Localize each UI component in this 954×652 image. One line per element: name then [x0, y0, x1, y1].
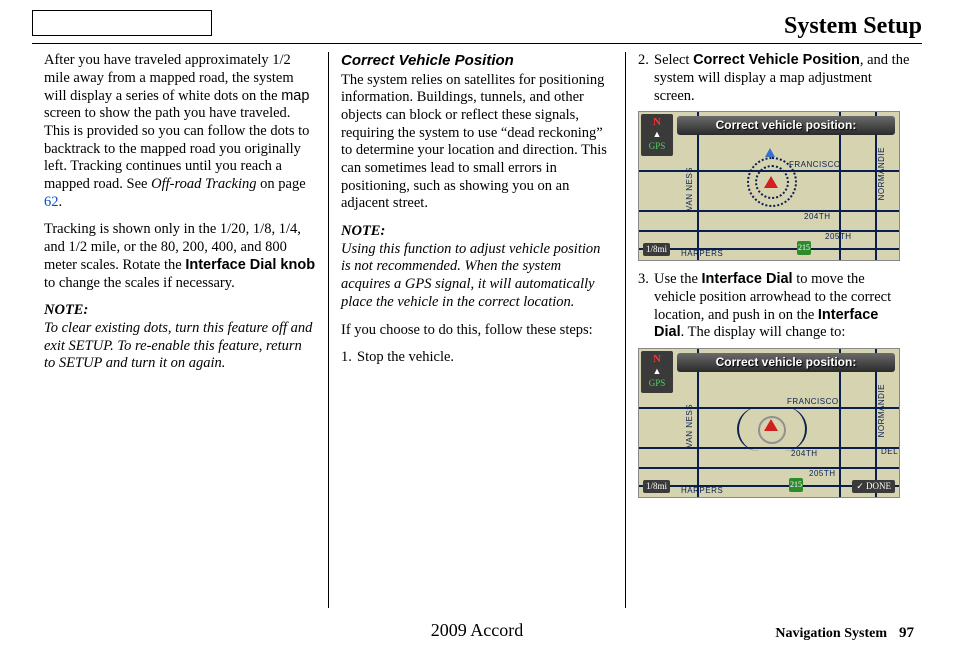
- gps-indicator: GPS: [641, 377, 673, 389]
- map-screenshot-2: VAN NESS NORMANDIE FRANCISCO 204TH 205TH…: [638, 348, 900, 498]
- step-num: 1.: [341, 349, 357, 367]
- page-link-62[interactable]: 62: [44, 194, 59, 210]
- street-francisco: FRANCISCO: [787, 397, 839, 407]
- text: on page: [257, 176, 306, 192]
- col1-p2: Tracking is shown only in the 1/20, 1/8,…: [44, 221, 316, 292]
- route-shield: 215: [797, 241, 811, 255]
- street-204th: 204TH: [791, 449, 818, 459]
- done-button[interactable]: ✓ DONE: [852, 480, 895, 493]
- map-screenshot-1: VAN NESS NORMANDIE FRANCISCO 204TH 205TH…: [638, 111, 900, 261]
- step-body: Stop the vehicle.: [357, 349, 613, 367]
- text: Select: [654, 52, 693, 68]
- compass-n-icon: N: [641, 116, 673, 128]
- map-compass-panel: N ▲ GPS: [641, 351, 673, 393]
- column-2: Correct Vehicle Position The system reli…: [328, 52, 625, 608]
- street-harpers: HARPERS: [681, 486, 723, 496]
- step-num: 2.: [638, 52, 654, 105]
- map-scale: 1/8mi: [643, 243, 670, 256]
- step-3: 3. Use the Interface Dial to move the ve…: [638, 271, 910, 342]
- nav-system-label: Navigation System: [775, 626, 887, 641]
- text: .: [59, 194, 63, 210]
- offroad-ref: Off-road Tracking: [151, 176, 256, 192]
- cvp-bold: Correct Vehicle Position: [693, 52, 860, 68]
- map-scale: 1/8mi: [643, 480, 670, 493]
- street-205th: 205TH: [809, 469, 836, 479]
- vehicle-arrow-icon: [764, 176, 778, 188]
- note-label: NOTE:: [44, 302, 88, 318]
- map-header: Correct vehicle position:: [677, 353, 895, 372]
- col1-p1: After you have traveled approximately 1/…: [44, 52, 316, 211]
- done-label: DONE: [866, 481, 891, 491]
- gps-indicator: GPS: [641, 140, 673, 152]
- route-shield: 215: [789, 478, 803, 492]
- street-van-ness: VAN NESS: [685, 167, 695, 211]
- note-body: Using this function to adjust vehicle po…: [341, 241, 600, 310]
- col2-p2: If you choose to do this, follow these s…: [341, 322, 613, 340]
- street-204th: 204TH: [804, 212, 831, 222]
- note-body: To clear existing dots, turn this featur…: [44, 320, 312, 371]
- interface-dial-knob: Interface Dial knob: [185, 257, 315, 273]
- footer-right: Navigation System 97: [775, 624, 914, 642]
- text: After you have traveled approximately 1/…: [44, 52, 294, 103]
- step-2: 2. Select Correct Vehicle Position, and …: [638, 52, 910, 105]
- text: . The display will change to:: [681, 324, 846, 340]
- column-1: After you have traveled approximately 1/…: [32, 52, 328, 608]
- vehicle-ring: [758, 416, 786, 444]
- note-label: NOTE:: [341, 223, 385, 239]
- step-body: Select Correct Vehicle Position, and the…: [654, 52, 910, 105]
- col1-note: NOTE: To clear existing dots, turn this …: [44, 302, 316, 373]
- direction-arrow-up: [765, 148, 775, 157]
- interface-dial-bold: Interface Dial: [702, 271, 793, 287]
- column-3: 2. Select Correct Vehicle Position, and …: [625, 52, 922, 608]
- street-normandie: NORMANDIE: [877, 147, 887, 200]
- compass-n-icon: N: [641, 353, 673, 365]
- map-compass-panel: N ▲ GPS: [641, 114, 673, 156]
- street-del: DEL: [881, 447, 898, 457]
- step-body: Use the Interface Dial to move the vehic…: [654, 271, 910, 342]
- correct-vehicle-position-heading: Correct Vehicle Position: [341, 52, 613, 70]
- street-van-ness: VAN NESS: [685, 404, 695, 448]
- street-205th: 205TH: [825, 232, 852, 242]
- col2-p1: The system relies on satellites for posi…: [341, 72, 613, 214]
- corner-placeholder-box: [32, 10, 212, 36]
- street-normandie: NORMANDIE: [877, 384, 887, 437]
- map-header: Correct vehicle position:: [677, 116, 895, 135]
- street-francisco: FRANCISCO: [789, 160, 841, 170]
- page-number: 97: [899, 625, 914, 641]
- text: to change the scales if necessary.: [44, 275, 235, 291]
- page-title: System Setup: [784, 12, 922, 41]
- col2-note: NOTE: Using this function to adjust vehi…: [341, 223, 613, 311]
- step-1: 1. Stop the vehicle.: [341, 349, 613, 367]
- map-word: map: [281, 88, 309, 104]
- street-harpers: HARPERS: [681, 249, 723, 259]
- step-num: 3.: [638, 271, 654, 342]
- text: Use the: [654, 271, 702, 287]
